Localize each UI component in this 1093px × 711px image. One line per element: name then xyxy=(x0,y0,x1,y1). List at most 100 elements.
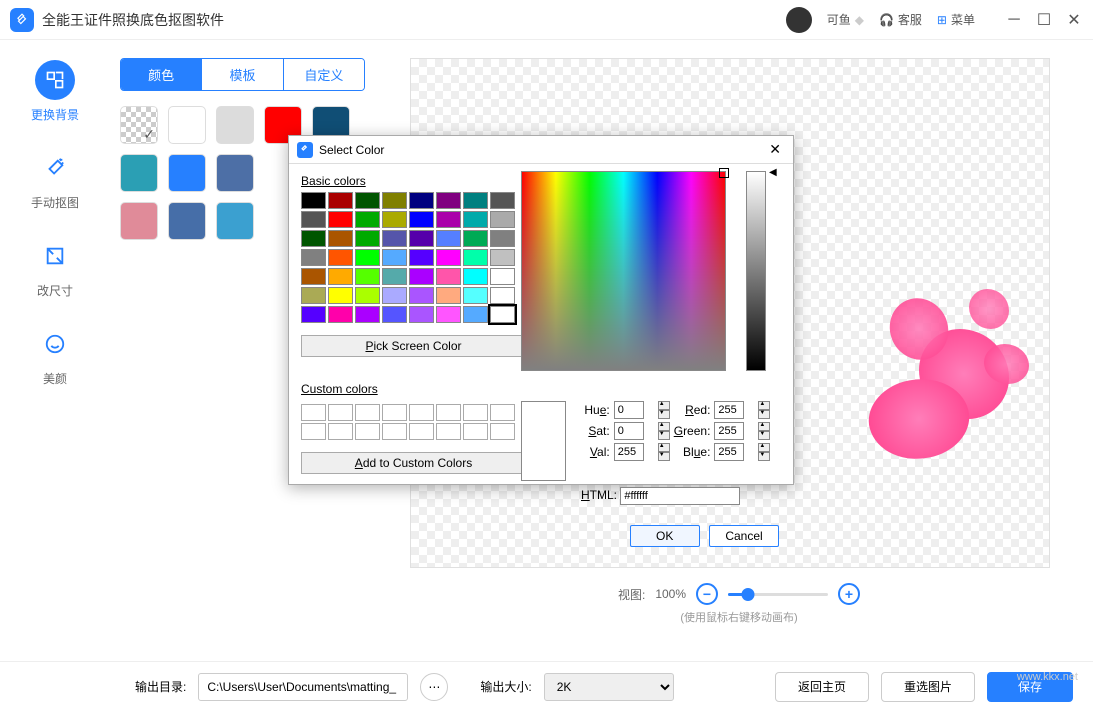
hue-up[interactable]: ▲ xyxy=(658,401,670,410)
basic-swatch[interactable] xyxy=(409,230,434,247)
basic-swatch[interactable] xyxy=(328,268,353,285)
basic-swatch[interactable] xyxy=(301,306,326,323)
basic-swatch[interactable] xyxy=(409,306,434,323)
basic-swatch[interactable] xyxy=(463,287,488,304)
basic-swatch[interactable] xyxy=(490,230,515,247)
basic-swatch[interactable] xyxy=(436,268,461,285)
custom-swatch[interactable] xyxy=(328,404,353,421)
basic-swatch[interactable] xyxy=(490,268,515,285)
basic-swatch[interactable] xyxy=(436,230,461,247)
basic-swatch[interactable] xyxy=(301,287,326,304)
basic-swatch[interactable] xyxy=(382,211,407,228)
basic-swatch[interactable] xyxy=(463,192,488,209)
basic-swatch[interactable] xyxy=(355,249,380,266)
output-dir-input[interactable] xyxy=(198,673,408,701)
basic-swatch[interactable] xyxy=(382,230,407,247)
browse-button[interactable]: ⋯ xyxy=(420,673,448,701)
basic-swatch[interactable] xyxy=(355,268,380,285)
close-button[interactable]: ✕ xyxy=(1065,11,1083,29)
menu-item[interactable]: ⊞ 菜单 xyxy=(937,11,975,28)
basic-swatch[interactable] xyxy=(463,230,488,247)
zoom-in-button[interactable]: + xyxy=(838,583,860,605)
hue-down[interactable]: ▼ xyxy=(658,410,670,419)
output-size-select[interactable]: 2K xyxy=(544,673,674,701)
custom-swatch[interactable] xyxy=(409,423,434,440)
tab-template[interactable]: 模板 xyxy=(201,59,282,90)
html-input[interactable] xyxy=(620,487,740,505)
reselect-image-button[interactable]: 重选图片 xyxy=(881,672,975,702)
swatch-pink[interactable] xyxy=(120,202,158,240)
custom-swatch[interactable] xyxy=(355,404,380,421)
basic-swatch[interactable] xyxy=(328,192,353,209)
basic-swatch[interactable] xyxy=(382,268,407,285)
basic-swatch[interactable] xyxy=(355,211,380,228)
swatch-sky[interactable] xyxy=(216,202,254,240)
basic-swatch[interactable] xyxy=(382,249,407,266)
custom-swatch[interactable] xyxy=(436,404,461,421)
green-down[interactable]: ▼ xyxy=(758,431,770,440)
basic-swatch[interactable] xyxy=(436,306,461,323)
val-up[interactable]: ▲ xyxy=(658,443,670,452)
basic-swatch[interactable] xyxy=(490,249,515,266)
zoom-slider[interactable] xyxy=(728,593,828,596)
custom-swatch[interactable] xyxy=(301,423,326,440)
basic-swatch[interactable] xyxy=(409,268,434,285)
blue-down[interactable]: ▼ xyxy=(758,452,770,461)
support-item[interactable]: 🎧 客服 xyxy=(879,11,922,28)
value-slider[interactable] xyxy=(746,171,766,371)
color-gradient[interactable] xyxy=(521,171,726,371)
swatch-transparent[interactable] xyxy=(120,106,158,144)
red-down[interactable]: ▼ xyxy=(758,410,770,419)
basic-swatch[interactable] xyxy=(301,192,326,209)
basic-swatch[interactable] xyxy=(301,230,326,247)
cancel-button[interactable]: Cancel xyxy=(709,525,779,547)
swatch-teal[interactable] xyxy=(120,154,158,192)
basic-swatch[interactable] xyxy=(382,192,407,209)
custom-swatch[interactable] xyxy=(436,423,461,440)
custom-swatch[interactable] xyxy=(463,423,488,440)
val-input[interactable] xyxy=(614,443,644,461)
basic-swatch[interactable] xyxy=(409,249,434,266)
green-up[interactable]: ▲ xyxy=(758,422,770,431)
custom-swatch[interactable] xyxy=(490,423,515,440)
custom-swatch[interactable] xyxy=(301,404,326,421)
basic-swatch[interactable] xyxy=(436,249,461,266)
custom-swatch[interactable] xyxy=(463,404,488,421)
hue-input[interactable] xyxy=(614,401,644,419)
basic-swatch[interactable] xyxy=(409,287,434,304)
sidebar-item-manual-cutout[interactable]: 手动抠图 xyxy=(31,148,79,211)
swatch-blue[interactable] xyxy=(168,154,206,192)
blue-up[interactable]: ▲ xyxy=(758,443,770,452)
sidebar-item-beauty[interactable]: 美颜 xyxy=(35,324,75,387)
basic-swatch[interactable] xyxy=(463,306,488,323)
blue-input[interactable] xyxy=(714,443,744,461)
zoom-out-button[interactable]: − xyxy=(696,583,718,605)
sat-input[interactable] xyxy=(614,422,644,440)
val-down[interactable]: ▼ xyxy=(658,452,670,461)
red-up[interactable]: ▲ xyxy=(758,401,770,410)
red-input[interactable] xyxy=(714,401,744,419)
basic-swatch[interactable] xyxy=(355,287,380,304)
basic-swatch[interactable] xyxy=(355,230,380,247)
swatch-white[interactable] xyxy=(168,106,206,144)
dialog-titlebar[interactable]: Select Color ✕ xyxy=(289,136,793,164)
maximize-button[interactable]: ☐ xyxy=(1035,11,1053,29)
basic-swatch[interactable] xyxy=(328,249,353,266)
basic-swatch[interactable] xyxy=(436,192,461,209)
basic-swatch[interactable] xyxy=(355,192,380,209)
green-input[interactable] xyxy=(714,422,744,440)
sat-down[interactable]: ▼ xyxy=(658,431,670,440)
custom-swatch[interactable] xyxy=(382,404,407,421)
user-name-item[interactable]: 可鱼 ◆ xyxy=(827,11,864,28)
swatch-steelblue[interactable] xyxy=(216,154,254,192)
custom-swatch[interactable] xyxy=(490,404,515,421)
dialog-close-button[interactable]: ✕ xyxy=(765,141,785,158)
basic-swatch[interactable] xyxy=(490,211,515,228)
basic-swatch[interactable] xyxy=(328,211,353,228)
basic-swatch[interactable] xyxy=(355,306,380,323)
basic-swatch[interactable] xyxy=(409,192,434,209)
basic-swatch[interactable] xyxy=(409,211,434,228)
swatch-slate[interactable] xyxy=(168,202,206,240)
custom-swatch[interactable] xyxy=(328,423,353,440)
basic-swatch[interactable] xyxy=(301,249,326,266)
